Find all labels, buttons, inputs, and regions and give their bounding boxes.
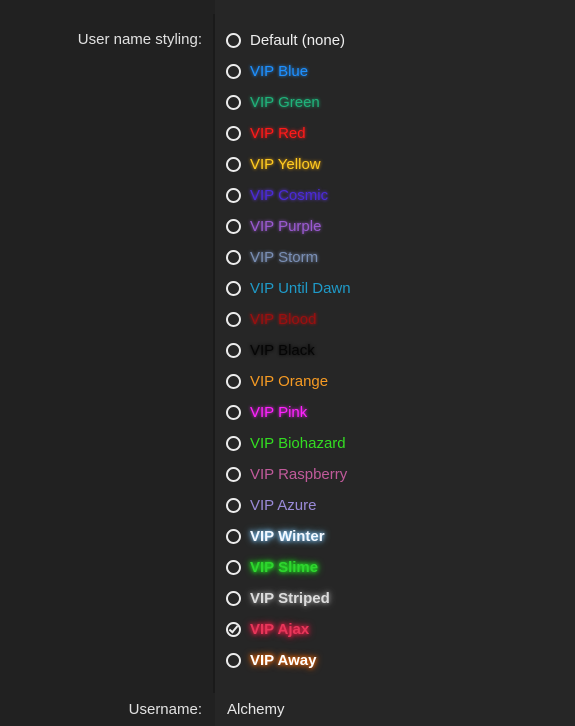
radio-button-icon[interactable] xyxy=(226,528,241,544)
styling-option[interactable]: VIP Ajax xyxy=(226,618,309,640)
username-label: Username: xyxy=(128,701,202,718)
styling-option[interactable]: Default (none) xyxy=(226,29,345,51)
styling-option[interactable]: VIP Raspberry xyxy=(226,463,347,485)
styling-option-label: VIP Raspberry xyxy=(250,465,348,483)
radio-button-icon[interactable] xyxy=(226,559,241,575)
styling-option-label: VIP Azure xyxy=(250,496,317,514)
styling-option-label: VIP Slime xyxy=(250,558,319,576)
styling-option-label: VIP Winter xyxy=(250,527,325,545)
radio-button-icon[interactable] xyxy=(226,249,241,265)
styling-option-label: VIP Black xyxy=(250,341,315,359)
styling-option[interactable]: VIP Away xyxy=(226,649,316,671)
styling-option[interactable]: VIP Storm xyxy=(226,246,318,268)
styling-option[interactable]: VIP Biohazard xyxy=(226,432,346,454)
styling-option-label: VIP Cosmic xyxy=(250,186,329,204)
styling-option-label: VIP Biohazard xyxy=(250,434,346,452)
radio-button-icon[interactable] xyxy=(226,94,241,110)
radio-button-icon[interactable] xyxy=(226,187,241,203)
styling-option-label: VIP Ajax xyxy=(250,620,310,638)
user-name-styling-label: User name styling: xyxy=(77,31,202,48)
styling-option-label: VIP Blood xyxy=(250,310,317,328)
styling-option[interactable]: VIP Green xyxy=(226,91,320,113)
styling-option-label: VIP Orange xyxy=(250,372,329,390)
username-value: Alchemy xyxy=(227,701,285,718)
radio-button-icon[interactable] xyxy=(226,621,241,637)
styling-option-label: VIP Red xyxy=(250,124,306,142)
radio-button-icon[interactable] xyxy=(226,590,241,606)
labels-column xyxy=(0,0,213,726)
styling-option-label: VIP Until Dawn xyxy=(250,279,351,297)
radio-button-icon[interactable] xyxy=(226,125,241,141)
styling-option[interactable]: VIP Slime xyxy=(226,556,318,578)
radio-button-icon[interactable] xyxy=(226,652,241,668)
radio-button-icon[interactable] xyxy=(226,156,241,172)
styling-option[interactable]: VIP Yellow xyxy=(226,153,321,175)
radio-button-icon[interactable] xyxy=(226,63,241,79)
styling-option-label: VIP Away xyxy=(250,651,317,669)
styling-option[interactable]: VIP Until Dawn xyxy=(226,277,351,299)
styling-option[interactable]: VIP Azure xyxy=(226,494,316,516)
radio-button-icon[interactable] xyxy=(226,280,241,296)
styling-option[interactable]: VIP Cosmic xyxy=(226,184,328,206)
styling-option-label: VIP Storm xyxy=(250,248,319,266)
radio-button-icon[interactable] xyxy=(226,311,241,327)
radio-button-icon[interactable] xyxy=(226,32,241,48)
styling-option-label: VIP Blue xyxy=(250,62,309,80)
styling-option-label: VIP Pink xyxy=(250,403,308,421)
radio-button-icon[interactable] xyxy=(226,466,241,482)
radio-button-icon[interactable] xyxy=(226,497,241,513)
styling-option[interactable]: VIP Striped xyxy=(226,587,330,609)
styling-option-label: VIP Purple xyxy=(250,217,322,235)
radio-button-icon[interactable] xyxy=(226,404,241,420)
radio-button-icon[interactable] xyxy=(226,435,241,451)
styling-option[interactable]: VIP Purple xyxy=(226,215,321,237)
radio-button-icon[interactable] xyxy=(226,373,241,389)
styling-option[interactable]: VIP Blue xyxy=(226,60,308,82)
styling-option[interactable]: VIP Red xyxy=(226,122,306,144)
styling-option-label: VIP Striped xyxy=(250,589,330,607)
styling-option-label: VIP Green xyxy=(250,93,320,111)
styling-option-label: VIP Yellow xyxy=(250,155,321,173)
styling-option[interactable]: VIP Blood xyxy=(226,308,316,330)
styling-option[interactable]: VIP Winter xyxy=(226,525,325,547)
styling-option[interactable]: VIP Pink xyxy=(226,401,307,423)
styling-option[interactable]: VIP Orange xyxy=(226,370,328,392)
styling-option-label: Default (none) xyxy=(250,31,346,49)
radio-button-icon[interactable] xyxy=(226,218,241,234)
styling-option[interactable]: VIP Black xyxy=(226,339,315,361)
radio-button-icon[interactable] xyxy=(226,342,241,358)
